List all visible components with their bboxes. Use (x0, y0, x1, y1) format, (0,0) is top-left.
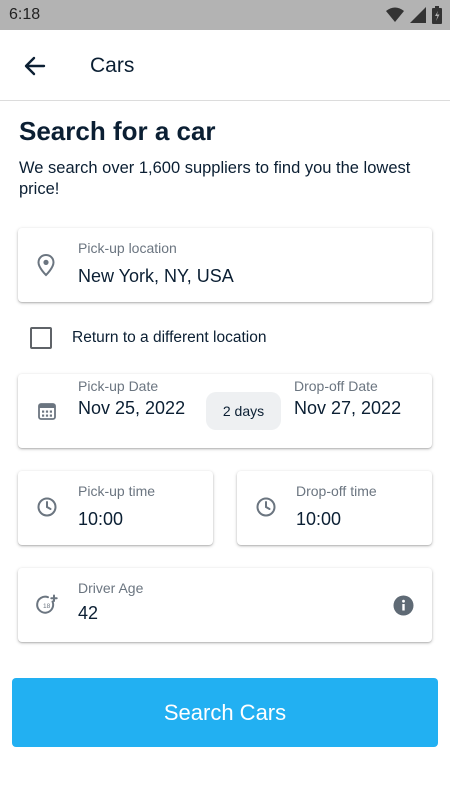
back-arrow-icon (24, 56, 46, 76)
calendar-icon (36, 400, 58, 422)
return-different-location-checkbox[interactable]: Return to a different location (30, 325, 266, 351)
pickup-location-label: Pick-up location (78, 240, 177, 256)
info-icon[interactable] (392, 594, 414, 616)
clock-icon (255, 496, 277, 518)
signal-icon (410, 7, 426, 23)
svg-text:18: 18 (43, 603, 51, 610)
clock-icon (36, 496, 58, 518)
dropoff-date-value[interactable]: Nov 27, 2022 (294, 398, 401, 419)
dropoff-time-field[interactable]: Drop-off time 10:00 (237, 471, 432, 545)
date-range-field[interactable]: Pick-up Date Nov 25, 2022 2 days Drop-of… (18, 374, 432, 448)
pickup-date-value[interactable]: Nov 25, 2022 (78, 398, 185, 419)
pickup-location-field[interactable]: Pick-up location New York, NY, USA (18, 228, 432, 302)
location-pin-icon (34, 252, 58, 278)
dropoff-time-label: Drop-off time (296, 483, 377, 499)
back-button[interactable] (20, 52, 50, 80)
status-time: 6:18 (9, 6, 41, 23)
pickup-time-value: 10:00 (78, 509, 124, 529)
status-icons (386, 6, 442, 24)
page-title: Cars (90, 54, 135, 77)
wifi-icon (386, 7, 404, 22)
pickup-time-label: Pick-up time (78, 483, 156, 499)
checkbox-box[interactable] (30, 327, 52, 349)
search-cars-button[interactable]: Search Cars (12, 678, 438, 747)
section-subheading: We search over 1,600 suppliers to find y… (19, 159, 411, 198)
section-heading: Search for a car (19, 116, 216, 146)
dropoff-date-label: Drop-off Date (294, 378, 378, 394)
battery-icon (432, 6, 442, 24)
driver-age-field[interactable]: 18 Driver Age 42 (18, 568, 432, 642)
return-different-location-label: Return to a different location (72, 329, 267, 346)
age-icon: 18 (35, 593, 59, 617)
status-bar: 6:18 (0, 0, 450, 30)
driver-age-label: Driver Age (78, 580, 144, 596)
pickup-location-value: New York, NY, USA (78, 266, 234, 286)
pickup-time-field[interactable]: Pick-up time 10:00 (18, 471, 213, 545)
driver-age-value: 42 (78, 603, 99, 623)
pickup-date-label: Pick-up Date (78, 378, 159, 394)
dropoff-time-value: 10:00 (296, 509, 342, 529)
rental-duration-badge: 2 days (206, 392, 281, 430)
app-bar: Cars (0, 30, 450, 101)
